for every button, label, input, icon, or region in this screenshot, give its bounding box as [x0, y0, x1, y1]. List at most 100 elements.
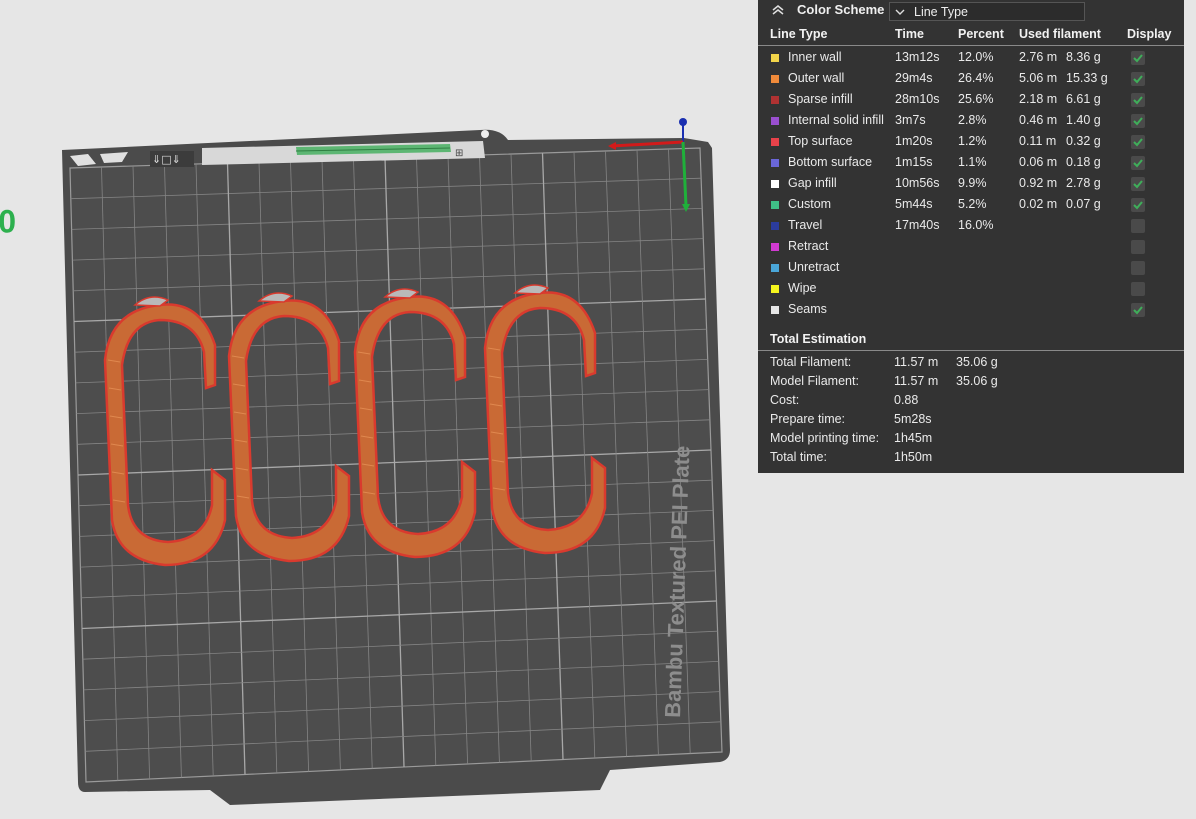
total-label: Prepare time:: [770, 412, 846, 426]
legend-row: Retract: [758, 236, 1184, 257]
svg-text:⊞: ⊞: [455, 148, 463, 159]
checkmark-icon: [1133, 159, 1143, 168]
checkmark-icon: [1133, 54, 1143, 63]
color-swatch: [771, 180, 779, 188]
total-row: Total time: 1h50m: [758, 448, 1184, 467]
total-value-2: 35.06 g: [956, 355, 998, 369]
line-type-weight: 0.18 g: [1066, 155, 1101, 169]
color-swatch: [771, 264, 779, 272]
collapse-chevron-icon[interactable]: [771, 3, 785, 17]
display-checkbox[interactable]: [1131, 135, 1145, 149]
display-checkbox[interactable]: [1131, 114, 1145, 128]
line-type-weight: 8.36 g: [1066, 50, 1101, 64]
line-type-length: 0.06 m: [1019, 155, 1058, 169]
total-row: Total Filament: 11.57 m 35.06 g: [758, 353, 1184, 372]
total-value-1: 11.57 m: [894, 355, 939, 369]
col-percent: Percent: [958, 27, 1004, 41]
plate-number: 01: [0, 203, 16, 239]
line-type-time: 29m4s: [895, 71, 933, 85]
display-checkbox[interactable]: [1131, 51, 1145, 65]
color-swatch: [771, 159, 779, 167]
line-type-percent: 16.0%: [958, 218, 994, 232]
line-type-length: 2.76 m: [1019, 50, 1058, 64]
display-checkbox[interactable]: [1131, 93, 1145, 107]
line-type-name: Gap infill: [788, 176, 837, 190]
line-type-weight: 15.33 g: [1066, 71, 1108, 85]
line-type-name: Seams: [788, 302, 827, 316]
total-label: Total Filament:: [770, 355, 852, 369]
color-swatch: [771, 222, 779, 230]
line-type-time: 1m20s: [895, 134, 933, 148]
display-checkbox[interactable]: [1131, 219, 1145, 233]
display-checkbox[interactable]: [1131, 72, 1145, 86]
checkmark-icon: [1133, 180, 1143, 189]
legend-row: Unretract: [758, 257, 1184, 278]
line-type-length: 0.11 m: [1019, 134, 1057, 148]
checkmark-icon: [1133, 75, 1143, 84]
chevron-down-icon: [894, 6, 906, 16]
total-estimation-title: Total Estimation: [770, 332, 867, 346]
total-value-2: 35.06 g: [956, 374, 998, 388]
legend-row: Seams: [758, 299, 1184, 320]
legend-row: Travel 17m40s 16.0%: [758, 215, 1184, 236]
line-type-length: 5.06 m: [1019, 71, 1058, 85]
total-value-1: 1h45m: [894, 431, 933, 445]
color-scheme-select[interactable]: Line Type: [889, 2, 1085, 21]
line-type-name: Internal solid infill: [788, 113, 884, 127]
line-type-time: 10m56s: [895, 176, 940, 190]
display-checkbox[interactable]: [1131, 282, 1145, 296]
line-type-percent: 25.6%: [958, 92, 994, 106]
line-type-name: Travel: [788, 218, 823, 232]
display-checkbox[interactable]: [1131, 198, 1145, 212]
color-swatch: [771, 138, 779, 146]
line-type-percent: 1.1%: [958, 155, 987, 169]
total-row: Prepare time: 5m28s: [758, 410, 1184, 429]
legend-row: Outer wall 29m4s 26.4% 5.06 m 15.33 g: [758, 68, 1184, 89]
line-type-time: 13m12s: [895, 50, 940, 64]
legend-row: Custom 5m44s 5.2% 0.02 m 0.07 g: [758, 194, 1184, 215]
plate-grid: [69, 147, 723, 783]
line-type-length: 0.92 m: [1019, 176, 1058, 190]
line-type-name: Retract: [788, 239, 829, 253]
panel-header: Color Scheme Line Type: [758, 0, 1184, 24]
line-type-percent: 9.9%: [958, 176, 987, 190]
checkmark-icon: [1133, 138, 1143, 147]
color-swatch: [771, 201, 779, 209]
line-type-percent: 2.8%: [958, 113, 987, 127]
line-type-weight: 0.32 g: [1066, 134, 1101, 148]
line-type-time: 17m40s: [895, 218, 940, 232]
legend-row: Internal solid infill 3m7s 2.8% 0.46 m 1.40 …: [758, 110, 1184, 131]
legend-row: Inner wall 13m12s 12.0% 2.76 m 8.36 g: [758, 47, 1184, 68]
line-type-name: Sparse infill: [788, 92, 853, 106]
total-row: Model printing time: 1h45m: [758, 429, 1184, 448]
legend-row: Top surface 1m20s 1.2% 0.11 m 0.32 g: [758, 131, 1184, 152]
header-divider: [758, 45, 1184, 46]
panel-title: Color Scheme: [797, 2, 885, 17]
col-time: Time: [895, 27, 924, 41]
color-swatch: [771, 285, 779, 293]
total-value-1: 1h50m: [894, 450, 933, 464]
legend-row: Wipe: [758, 278, 1184, 299]
total-label: Model printing time:: [770, 431, 880, 445]
display-checkbox[interactable]: [1131, 177, 1145, 191]
total-divider: [758, 350, 1184, 351]
color-swatch: [771, 243, 779, 251]
line-type-name: Outer wall: [788, 71, 845, 85]
total-row: Model Filament: 11.57 m 35.06 g: [758, 372, 1184, 391]
line-type-percent: 5.2%: [958, 197, 987, 211]
color-swatch: [771, 117, 779, 125]
line-type-time: 28m10s: [895, 92, 940, 106]
line-type-name: Unretract: [788, 260, 840, 274]
col-used-filament: Used filament: [1019, 27, 1101, 41]
color-scheme-panel: Color Scheme Line Type Line Type Time Pe…: [758, 0, 1184, 473]
color-swatch: [771, 54, 779, 62]
total-row: Cost: 0.88: [758, 391, 1184, 410]
display-checkbox[interactable]: [1131, 240, 1145, 254]
display-checkbox[interactable]: [1131, 303, 1145, 317]
checkmark-icon: [1133, 96, 1143, 105]
line-type-length: 0.46 m: [1019, 113, 1058, 127]
line-type-time: 5m44s: [895, 197, 933, 211]
display-checkbox[interactable]: [1131, 156, 1145, 170]
checkmark-icon: [1133, 201, 1143, 210]
display-checkbox[interactable]: [1131, 261, 1145, 275]
